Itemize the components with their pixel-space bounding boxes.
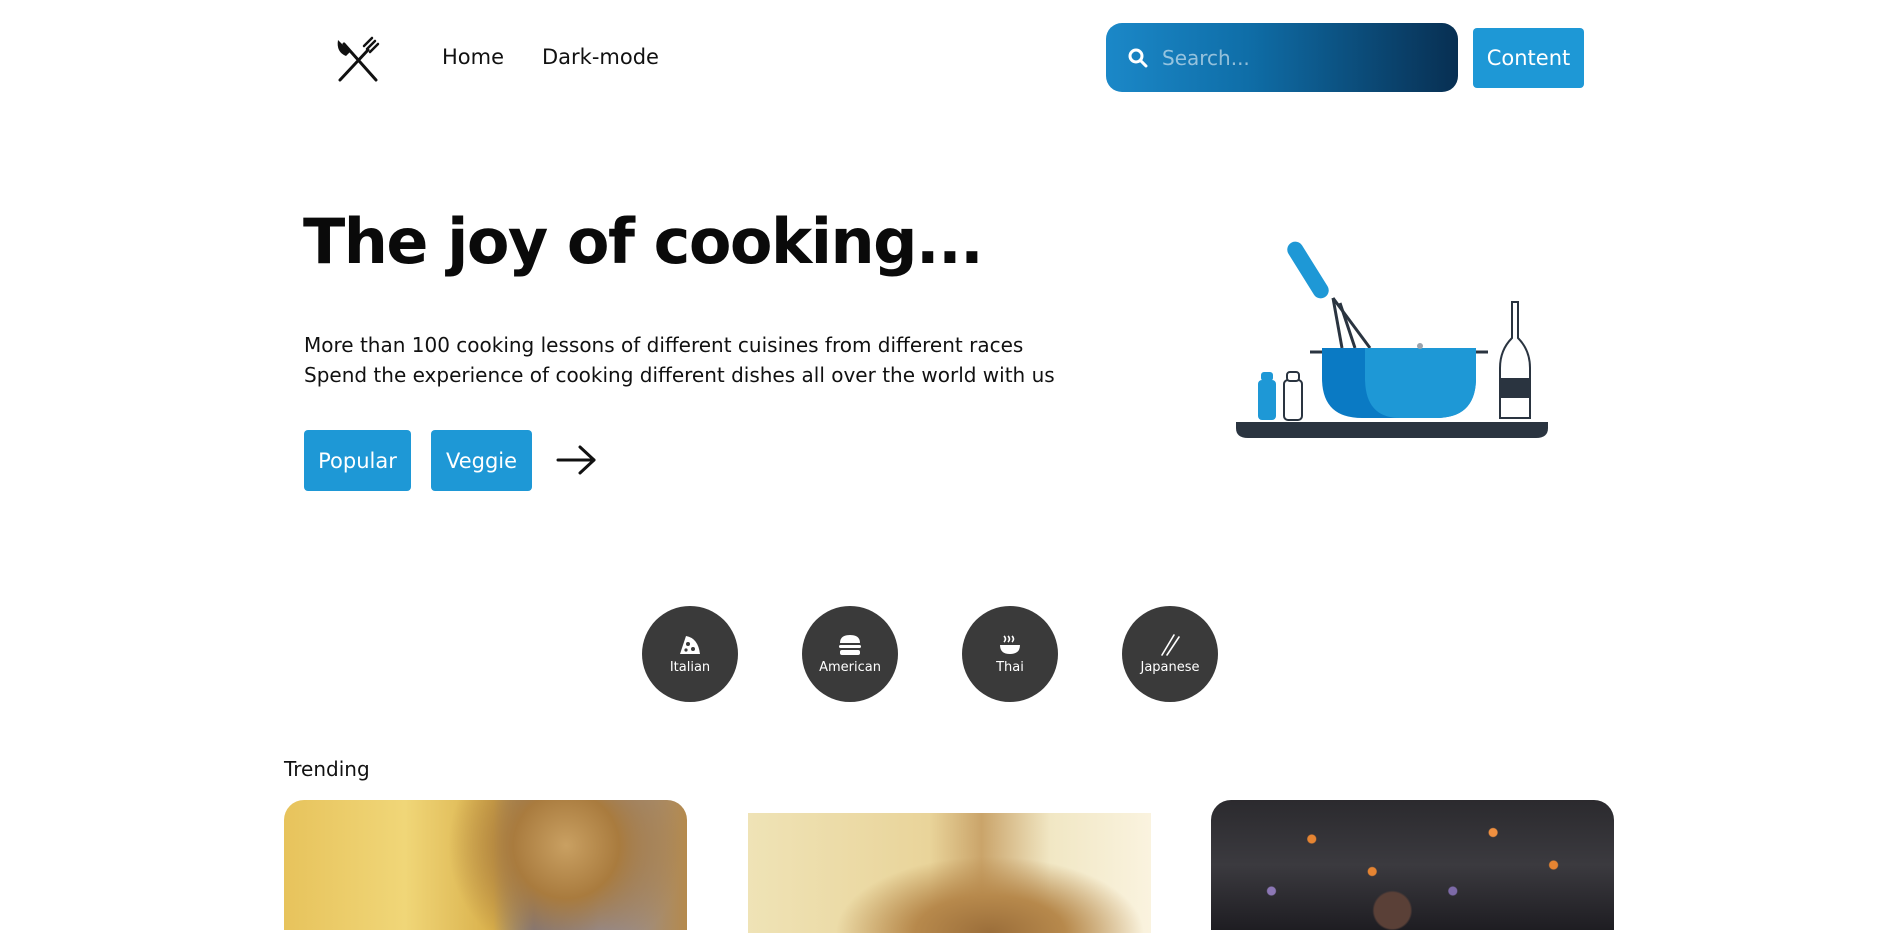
trending-card-image[interactable]	[284, 800, 687, 930]
hero-description-line-1: More than 100 cooking lessons of differe…	[304, 333, 1024, 357]
trending-card-image[interactable]	[748, 813, 1151, 933]
burger-icon	[839, 634, 861, 655]
cooking-pot-illustration	[1236, 241, 1548, 438]
fork-knife-icon[interactable]	[334, 36, 382, 84]
popular-button[interactable]: Popular	[304, 430, 411, 491]
nav-home-link[interactable]: Home	[442, 45, 504, 69]
chopsticks-icon	[1161, 633, 1180, 656]
trending-card-image[interactable]	[1211, 800, 1614, 930]
category-american[interactable]: American	[802, 606, 898, 702]
category-label: American	[819, 659, 881, 675]
nav-dark-mode-link[interactable]: Dark-mode	[542, 45, 659, 69]
category-label: Italian	[669, 659, 711, 675]
arrow-right-icon[interactable]	[556, 444, 598, 476]
category-japanese[interactable]: Japanese	[1122, 606, 1218, 702]
trending-heading: Trending	[284, 757, 370, 781]
hero-description-line-2: Spend the experience of cooking differen…	[304, 363, 1055, 387]
category-label: Thai	[996, 659, 1024, 675]
category-thai[interactable]: Thai	[962, 606, 1058, 702]
noodle-bowl-icon	[1000, 634, 1020, 654]
search-icon	[1128, 48, 1148, 67]
hero-title: The joy of cooking...	[303, 205, 984, 278]
category-italian[interactable]: Italian	[642, 606, 738, 702]
search-input[interactable]	[1160, 44, 1444, 71]
category-label: Japanese	[1140, 659, 1200, 675]
search-bar[interactable]	[1106, 23, 1458, 92]
content-button[interactable]: Content	[1473, 28, 1584, 88]
veggie-button[interactable]: Veggie	[431, 430, 532, 491]
pizza-icon	[680, 635, 700, 654]
